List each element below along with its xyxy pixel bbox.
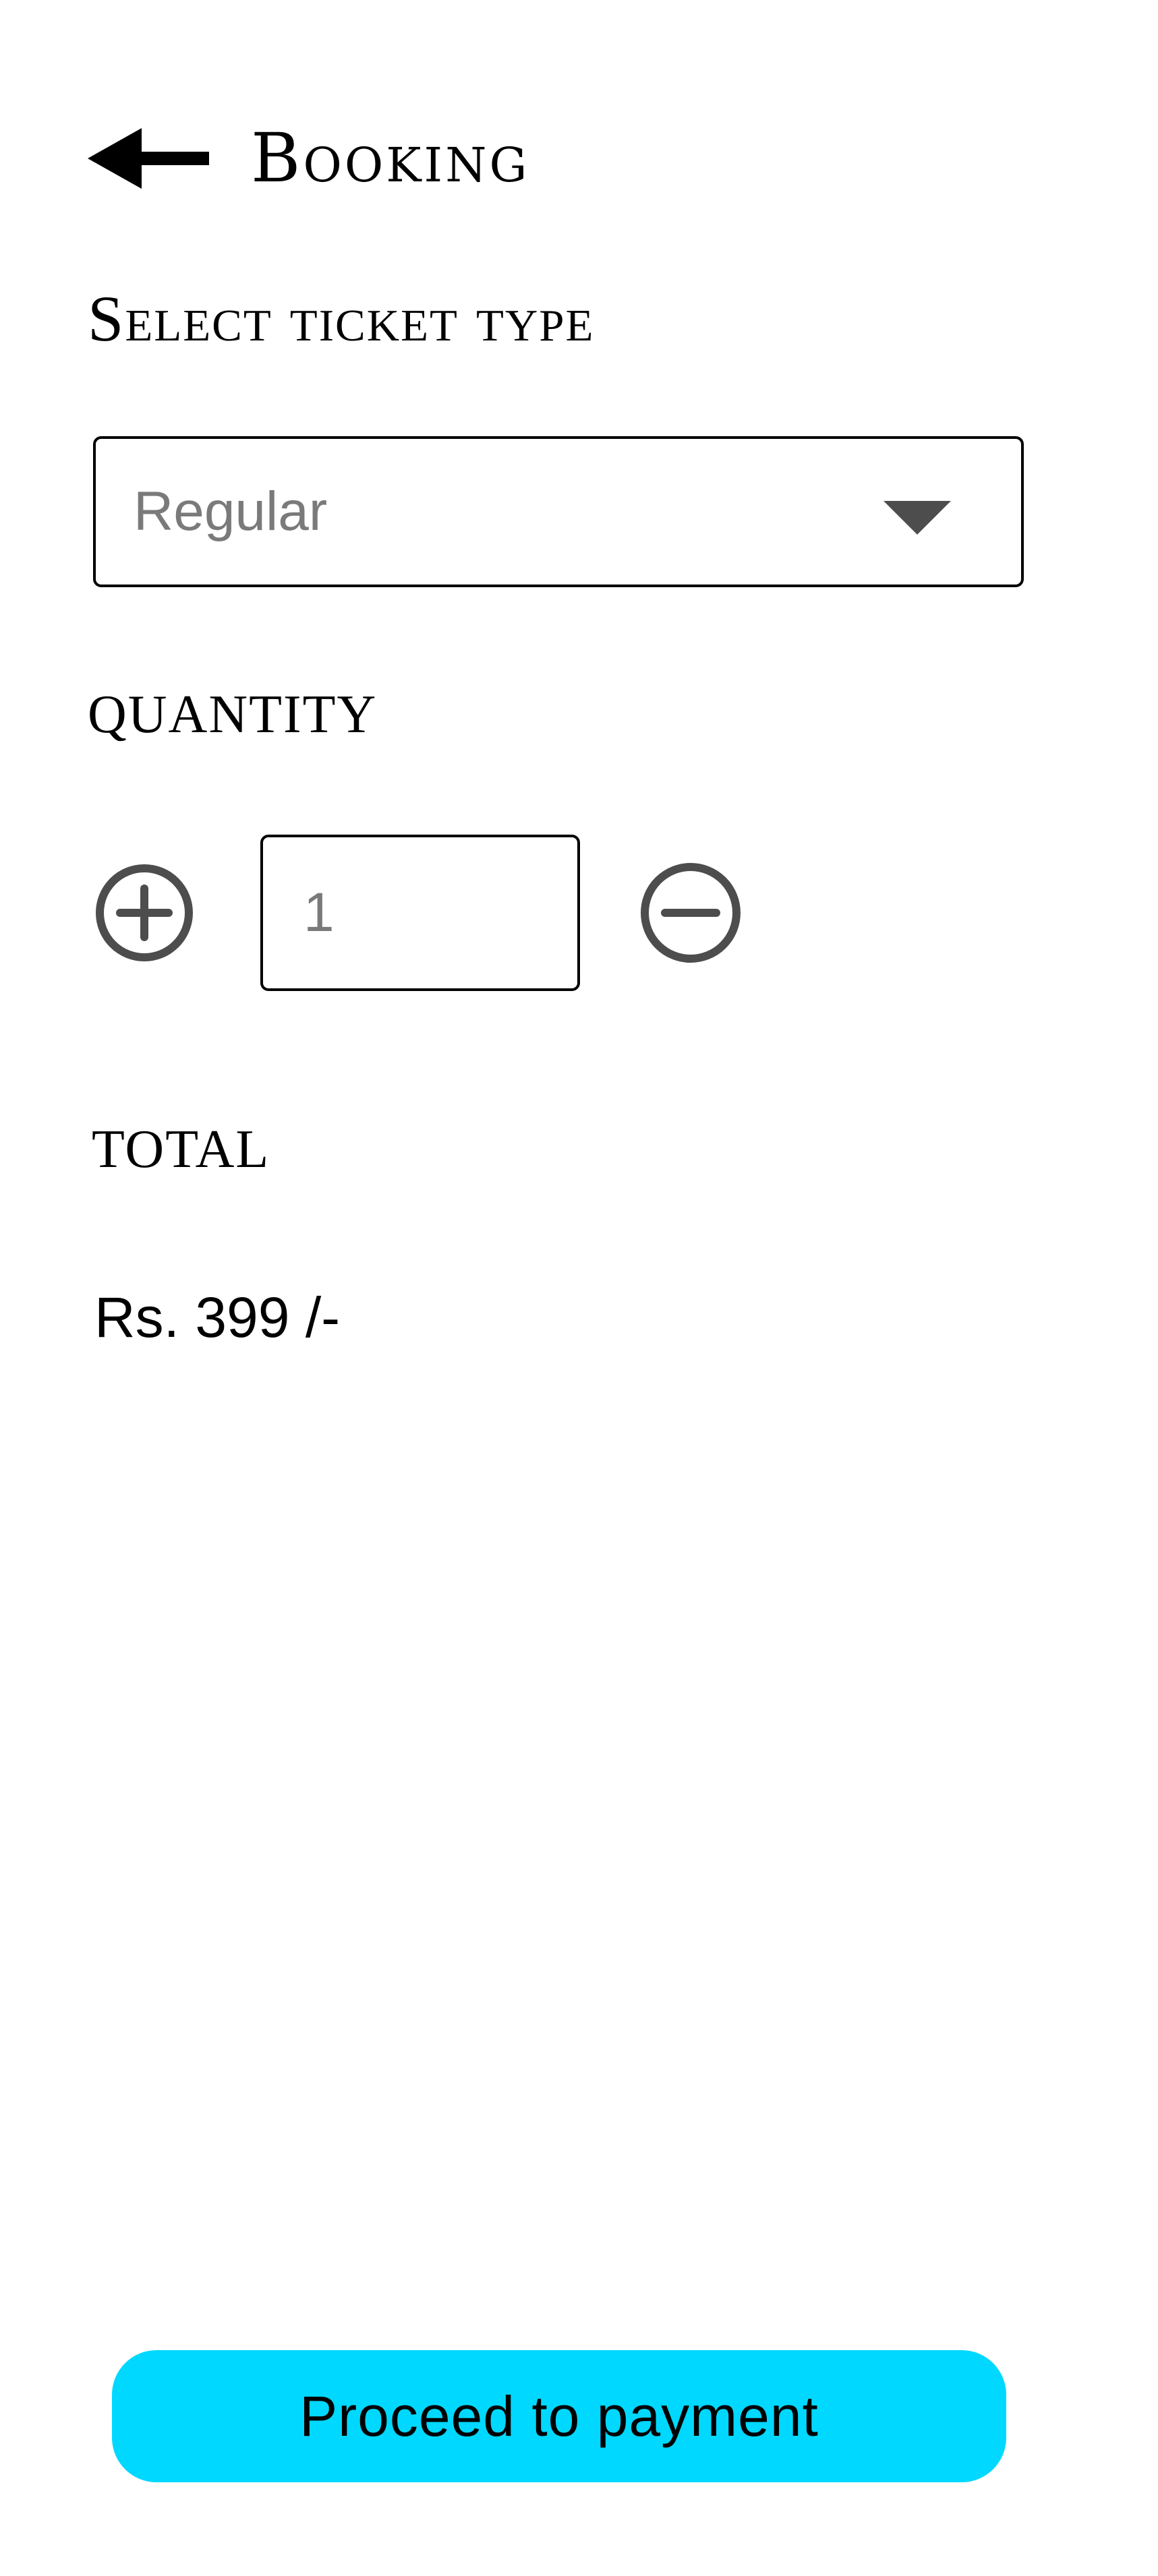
- proceed-to-payment-button[interactable]: Proceed to payment: [112, 2350, 1006, 2482]
- increment-button[interactable]: [94, 863, 194, 963]
- header: Booking: [88, 121, 529, 196]
- ticket-type-label: Select ticket type: [88, 282, 595, 355]
- minus-circle-icon: [641, 863, 741, 963]
- ticket-type-value: Regular: [134, 481, 328, 542]
- total-label: TOTAL: [92, 1120, 270, 1179]
- quantity-label: QUANTITY: [88, 685, 378, 744]
- decrement-button[interactable]: [639, 862, 742, 964]
- quantity-input[interactable]: [260, 835, 580, 991]
- plus-circle-icon: [96, 864, 193, 961]
- total-amount: Rs. 399 /-: [94, 1286, 341, 1349]
- caret-down-icon: [884, 501, 951, 535]
- back-button[interactable]: [88, 125, 209, 192]
- page-title: Booking: [251, 119, 530, 198]
- arrow-left-icon: [88, 128, 209, 189]
- ticket-type-select[interactable]: Regular: [93, 436, 1024, 587]
